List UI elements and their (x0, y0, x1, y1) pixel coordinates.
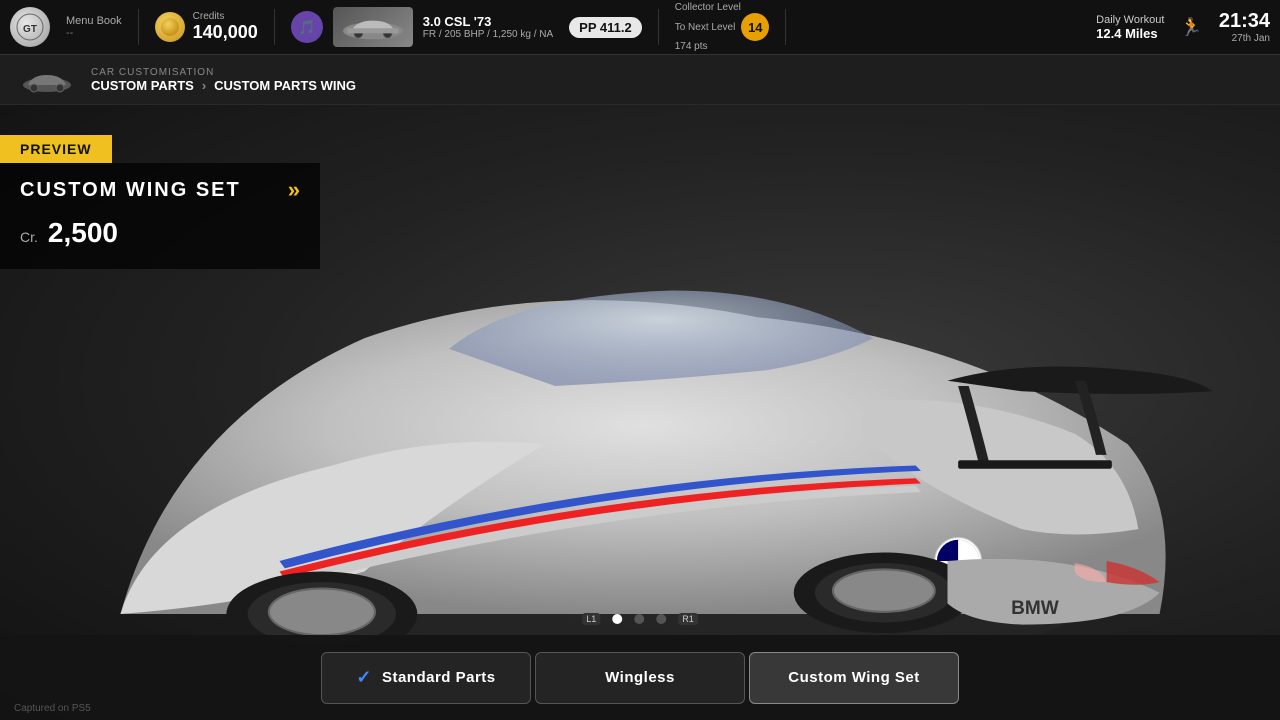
preview-content: CUSTOM WING SET » Cr. 2,500 (0, 163, 320, 269)
credits-info: Credits 140,000 (193, 11, 258, 43)
wing-set-row: CUSTOM WING SET » (20, 177, 300, 203)
car-thumbnail (333, 7, 413, 47)
menu-book-title: Menu Book (66, 15, 122, 27)
credits-section: Credits 140,000 (155, 11, 258, 43)
collector-label: Collector Level (675, 2, 770, 13)
credits-value: 140,000 (193, 22, 258, 43)
check-icon: ✓ (356, 667, 372, 688)
breadcrumb-bar: CAR CUSTOMISATION CUSTOM PARTS › CUSTOM … (0, 55, 1280, 105)
dot-1[interactable] (612, 614, 622, 624)
breadcrumb-text: CAR CUSTOMISATION CUSTOM PARTS › CUSTOM … (91, 67, 356, 93)
divider (138, 9, 139, 45)
collector-level-row: To Next Level 14 (675, 13, 770, 41)
collector-next: To Next Level (675, 22, 736, 33)
custom-wing-set-button[interactable]: Custom Wing Set (749, 652, 959, 704)
cr-label: Cr. (20, 229, 38, 245)
collector-pts: 174 pts (675, 41, 770, 52)
daily-workout-miles: 12.4 Miles (1096, 26, 1164, 41)
svg-text:BMW: BMW (1011, 598, 1059, 619)
daily-workout-section: Daily Workout 12.4 Miles (1096, 14, 1164, 41)
menu-book-sub: -- (66, 27, 122, 39)
wingless-button[interactable]: Wingless (535, 652, 745, 704)
pp-badge: PP 411.2 (569, 17, 642, 38)
top-bar: GT Menu Book -- Credits 140,000 🎵 (0, 0, 1280, 55)
credits-label: Credits (193, 11, 258, 22)
dot-3[interactable] (656, 614, 666, 624)
r1-badge[interactable]: R1 (678, 613, 698, 625)
breadcrumb-arrow: › (202, 78, 206, 93)
run-icon: 🏃 (1180, 17, 1202, 38)
gt-logo[interactable]: GT (10, 7, 50, 47)
level-badge: 14 (741, 13, 769, 41)
standard-parts-button[interactable]: ✓ Standard Parts (321, 652, 531, 704)
car-info: 3.0 CSL '73 FR / 205 BHP / 1,250 kg / NA (423, 14, 553, 40)
double-chevron-icon: » (288, 177, 300, 203)
price-value: 2,500 (48, 217, 118, 249)
car-silhouette-icon (20, 65, 75, 95)
time-section: 21:34 27th Jan (1219, 10, 1270, 44)
divider4 (785, 9, 786, 45)
time-value: 21:34 (1219, 10, 1270, 33)
ps5-label: Captured on PS5 (14, 703, 91, 714)
divider2 (274, 9, 275, 45)
car-name: 3.0 CSL '73 (423, 14, 553, 29)
dots-row: L1 R1 (582, 613, 698, 625)
standard-parts-label: Standard Parts (382, 669, 496, 686)
music-icon: 🎵 (291, 11, 323, 43)
bottom-bar: ✓ Standard Parts Wingless Custom Wing Se… (0, 635, 1280, 720)
breadcrumb-custom-parts-wing: CUSTOM PARTS WING (214, 78, 356, 93)
car-specs: FR / 205 BHP / 1,250 kg / NA (423, 29, 553, 40)
breadcrumb-nav: CUSTOM PARTS › CUSTOM PARTS WING (91, 78, 356, 93)
custom-wing-set-label: Custom Wing Set (788, 669, 920, 686)
divider3 (658, 9, 659, 45)
breadcrumb-custom-parts[interactable]: CUSTOM PARTS (91, 78, 194, 93)
customisation-label: CAR CUSTOMISATION (91, 67, 356, 78)
main-area: BMW PREVIEW CUSTOM WING SET » Cr. 2,500 … (0, 105, 1280, 720)
preview-panel: PREVIEW CUSTOM WING SET » Cr. 2,500 (0, 135, 320, 269)
daily-workout-title: Daily Workout (1096, 14, 1164, 26)
svg-text:GT: GT (23, 24, 37, 35)
wing-set-title: CUSTOM WING SET (20, 179, 241, 202)
car-icon-section: 🎵 3.0 CSL '73 FR / 205 BHP / 1,250 kg / … (291, 7, 553, 47)
collector-section: Collector Level To Next Level 14 174 pts (675, 2, 770, 52)
menu-book-section: Menu Book -- (66, 15, 122, 39)
dot-2[interactable] (634, 614, 644, 624)
coin-icon (155, 12, 185, 42)
preview-badge: PREVIEW (0, 135, 112, 163)
wingless-label: Wingless (605, 669, 675, 686)
price-row: Cr. 2,500 (20, 217, 300, 249)
date-value: 27th Jan (1232, 33, 1270, 44)
l1-badge[interactable]: L1 (582, 613, 600, 625)
